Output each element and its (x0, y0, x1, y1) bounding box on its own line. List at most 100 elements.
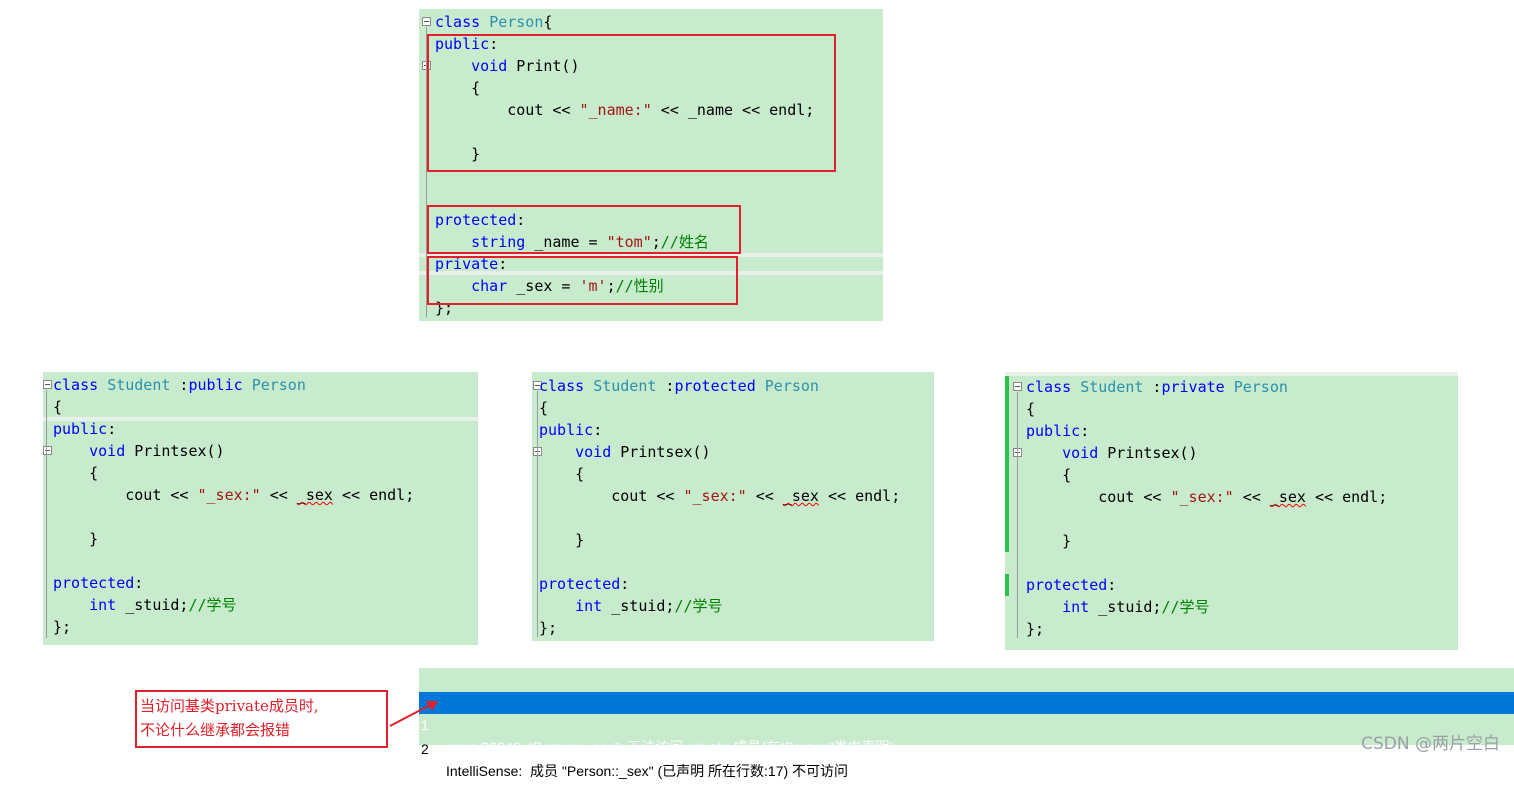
code-token: { (539, 465, 585, 483)
protected-section-highlight (427, 205, 741, 254)
error-message: IntelliSense: 成员 "Person::_sex" (已声明 所在行… (446, 763, 849, 779)
code-token: protected (674, 377, 756, 395)
code-line: class Student :private Person (1026, 376, 1387, 398)
collapse-icon[interactable] (43, 446, 52, 455)
code-token: protected (53, 574, 135, 592)
code-token: //学号 (188, 596, 237, 614)
code-token: _stuid; (1089, 598, 1162, 616)
collapse-icon[interactable] (1013, 382, 1022, 391)
code-line: } (53, 528, 414, 550)
code-token: _stuid; (602, 597, 675, 615)
code-line: { (1026, 464, 1387, 486)
code-line: int _stuid;//学号 (1026, 596, 1387, 618)
code-token: }; (53, 618, 72, 636)
code-token: { (1026, 400, 1036, 418)
code-token: cout << (1026, 488, 1171, 506)
code-token: << endl; (818, 487, 901, 505)
code-token: { (53, 464, 99, 482)
code-token: class (539, 377, 585, 395)
code-line: { (539, 463, 900, 485)
code-line: cout << "_sex:" << _sex << endl; (539, 485, 900, 507)
code-token: Person (489, 13, 544, 31)
code-token: _sex (296, 486, 333, 504)
code-token: << endl; (1305, 488, 1388, 506)
code-token: "_sex:" (197, 486, 261, 504)
student-public-code: class Student :public Person { public: voi… (53, 374, 414, 638)
code-token: { (1026, 466, 1072, 484)
code-token: : (107, 420, 117, 438)
code-line: { (1026, 398, 1387, 420)
code-token: Student (1080, 378, 1144, 396)
code-token: : (620, 575, 630, 593)
code-token: int (575, 597, 603, 615)
code-token: //学号 (1161, 598, 1210, 616)
code-token: _stuid; (116, 596, 189, 614)
code-token: } (1026, 532, 1072, 550)
code-token: int (1062, 598, 1090, 616)
code-line: public: (1026, 420, 1387, 442)
code-token: _sex (782, 487, 819, 505)
code-line: void Printsex() (1026, 442, 1387, 464)
code-token: << endl; (332, 486, 415, 504)
code-token: { (543, 13, 553, 31)
code-token: cout << (53, 486, 198, 504)
code-token: void (89, 442, 126, 460)
code-line: } (539, 529, 900, 551)
code-token: Person (251, 376, 306, 394)
code-token: << (260, 486, 297, 504)
annotation-note: 当访问基类private成员时, 不论什么继承都会报错 (135, 690, 388, 748)
code-token: public (53, 420, 108, 438)
code-line: class Student :protected Person (539, 375, 900, 397)
code-token: : (656, 377, 675, 395)
annotation-line: 当访问基类private成员时, (140, 697, 319, 715)
code-token: : (593, 421, 603, 439)
student-protected-code-panel: class Student :protected Person{public: … (532, 372, 934, 641)
code-token: Printsex() (125, 442, 225, 460)
code-line: int _stuid;//学号 (539, 595, 900, 617)
error-list-panel: 1 error C2248: “Person::_sex”: 无法访问 priv… (419, 668, 1514, 779)
code-token: Person (1233, 378, 1288, 396)
code-token: } (539, 531, 585, 549)
code-token: //学号 (674, 597, 723, 615)
public-section-highlight (427, 34, 836, 172)
code-line: cout << "_sex:" << _sex << endl; (1026, 486, 1387, 508)
code-token: << (746, 487, 783, 505)
code-line: }; (1026, 618, 1387, 640)
code-token: "_sex:" (1170, 488, 1234, 506)
code-token: "_sex:" (683, 487, 747, 505)
code-token: } (53, 530, 99, 548)
code-token: public (539, 421, 594, 439)
code-token: protected (1026, 576, 1108, 594)
change-indicator (1005, 376, 1009, 552)
collapse-icon[interactable] (422, 17, 431, 26)
code-line: protected: (53, 572, 414, 594)
collapse-icon[interactable] (43, 380, 52, 389)
code-token: public (188, 376, 243, 394)
code-line: class Student :public Person (53, 374, 414, 396)
code-token: protected (539, 575, 621, 593)
error-row[interactable]: 1 error C2248: “Person::_sex”: 无法访问 priv… (419, 692, 1514, 755)
annotation-line: 不论什么继承都会报错 (140, 721, 291, 739)
fold-guide (1017, 392, 1018, 638)
code-token: public (1026, 422, 1081, 440)
code-line: { (53, 462, 414, 484)
code-line: protected: (1026, 574, 1387, 596)
error-row[interactable]: 2 IntelliSense: 成员 "Person::_sex" (已声明 所… (419, 716, 1514, 779)
code-line: class Person{ (435, 11, 814, 33)
code-token: << (1233, 488, 1270, 506)
code-line: }; (53, 616, 414, 638)
code-token: class (1026, 378, 1072, 396)
code-token: }; (1026, 620, 1045, 638)
